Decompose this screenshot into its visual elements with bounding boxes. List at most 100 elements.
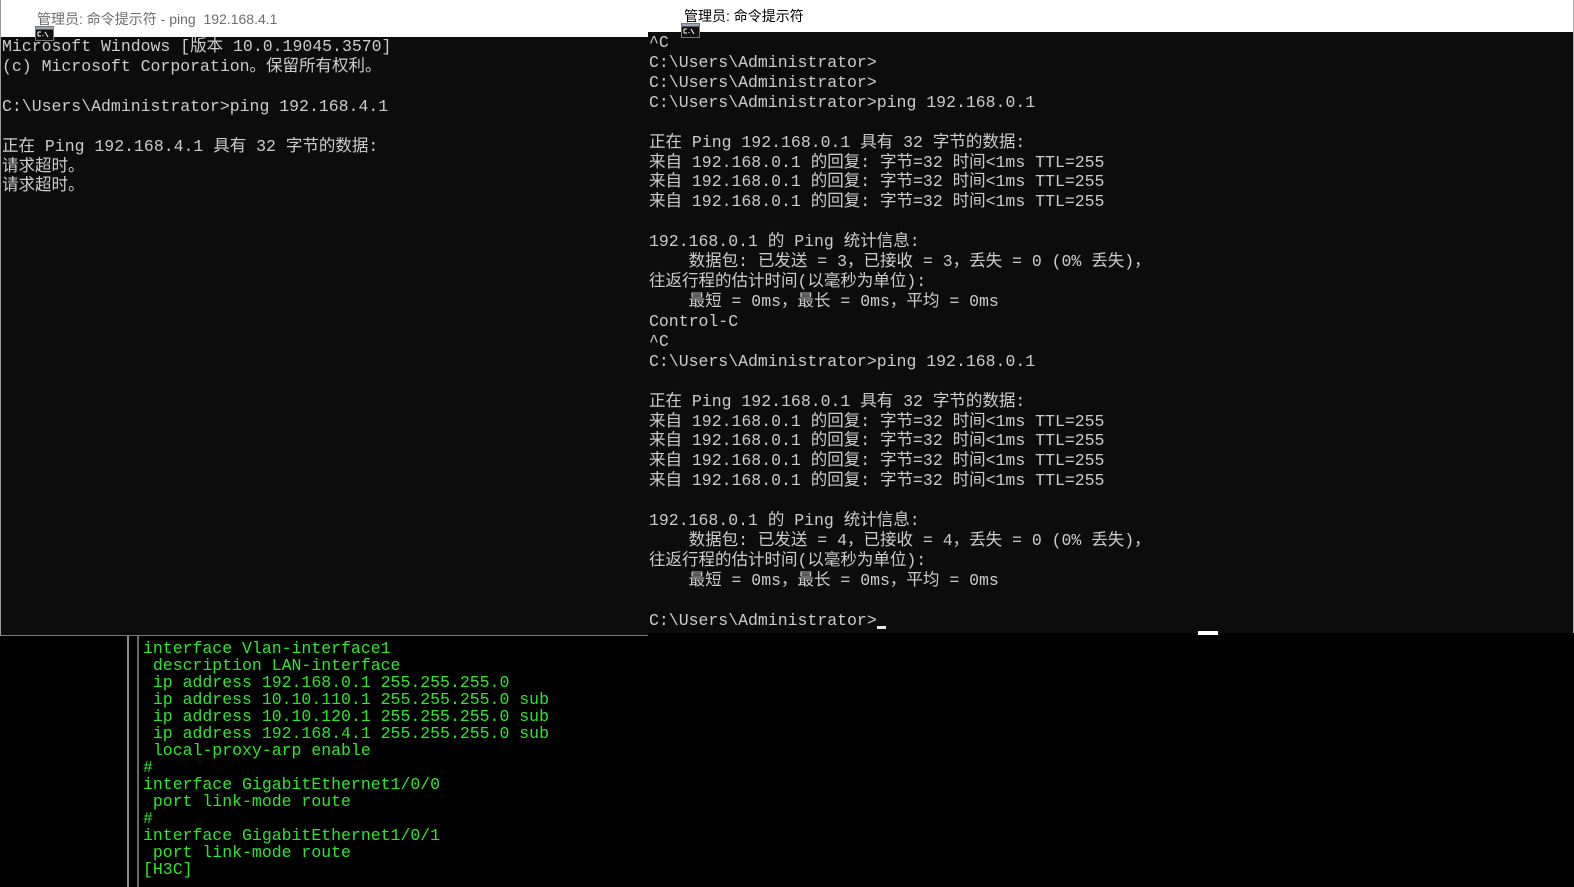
switch-console-line: interface GigabitEthernet1/0/0: [143, 776, 549, 793]
window-title: 管理员: 命令提示符 - ping 192.168.4.1: [37, 11, 278, 27]
console-line-text: 来自 192.168.0.1 的回复: 字节=32 时间<1ms TTL=255: [649, 471, 1105, 491]
console-line: C:\Users\Administrator>ping 192.168.4.1: [2, 97, 648, 117]
console-line-text: 来自 192.168.0.1 的回复: 字节=32 时间<1ms TTL=255: [649, 152, 1105, 172]
command-prompt-icon: [658, 7, 701, 38]
switch-console-line: ip address 192.168.0.1 255.255.255.0: [143, 674, 549, 691]
text-cursor: [876, 625, 886, 629]
console-line: 192.168.0.1 的 Ping 统计信息:: [649, 511, 1573, 531]
console-line: 来自 192.168.0.1 的回复: 字节=32 时间<1ms TTL=255: [649, 172, 1573, 192]
window-titlebar[interactable]: 管理员: 命令提示符: [648, 0, 1573, 38]
scrollbar-thumb[interactable]: [1198, 631, 1218, 635]
console-line: 来自 192.168.0.1 的回复: 字节=32 时间<1ms TTL=255: [649, 451, 1573, 471]
console-line: 来自 192.168.0.1 的回复: 字节=32 时间<1ms TTL=255: [649, 153, 1573, 173]
console-line: C:\Users\Administrator>: [649, 73, 1573, 93]
console-line-text: 来自 192.168.0.1 的回复: 字节=32 时间<1ms TTL=255: [649, 192, 1105, 212]
terminal-frame-border: [127, 636, 139, 887]
console-line-text: C:\Users\Administrator>: [649, 52, 877, 72]
console-line: 来自 192.168.0.1 的回复: 字节=32 时间<1ms TTL=255: [649, 431, 1573, 451]
console-line: Microsoft Windows [版本 10.0.19045.3570]: [2, 37, 648, 57]
console-line-text: 来自 192.168.0.1 的回复: 字节=32 时间<1ms TTL=255: [649, 431, 1105, 451]
switch-console-line-text: port link-mode route: [143, 791, 351, 811]
console-line-text: ^C: [649, 331, 669, 351]
cmd-window-main[interactable]: 管理员: 命令提示符 ^C C:\Users\Administrator> C:\U…: [648, 0, 1574, 633]
console-line-text: 最短 = 0ms，最长 = 0ms，平均 = 0ms: [649, 291, 999, 311]
console-line-text: 请求超时。: [2, 156, 85, 176]
console-line-text: 来自 192.168.0.1 的回复: 字节=32 时间<1ms TTL=255: [649, 411, 1105, 431]
window-title: 管理员: 命令提示符: [684, 8, 804, 24]
console-line-text: 往返行程的估计时间(以毫秒为单位):: [649, 272, 927, 292]
console-line: 往返行程的估计时间(以毫秒为单位):: [649, 272, 1573, 292]
console-line: 往返行程的估计时间(以毫秒为单位):: [649, 551, 1573, 571]
console-line-text: Microsoft Windows [版本 10.0.19045.3570]: [2, 37, 392, 56]
cmd-window-ping-4-1[interactable]: 管理员: 命令提示符 - ping 192.168.4.1 Microsoft …: [0, 0, 648, 636]
console-line: Control-C: [649, 312, 1573, 332]
console-line: 最短 = 0ms，最长 = 0ms，平均 = 0ms: [649, 292, 1573, 312]
switch-console-line: #: [143, 759, 549, 776]
console-line-text: (c) Microsoft Corporation。保留所有权利。: [2, 56, 382, 76]
console-line: C:\Users\Administrator>ping 192.168.0.1: [649, 352, 1573, 372]
console-line: (c) Microsoft Corporation。保留所有权利。: [2, 57, 648, 77]
console-line-text: 正在 Ping 192.168.0.1 具有 32 字节的数据:: [649, 391, 1026, 411]
switch-console-line: description LAN-interface: [143, 657, 549, 674]
console-line: 正在 Ping 192.168.4.1 具有 32 字节的数据:: [2, 137, 648, 157]
console-line-text: 最短 = 0ms，最长 = 0ms，平均 = 0ms: [649, 570, 999, 590]
console-line: C:\Users\Administrator>: [649, 53, 1573, 73]
console-line: ^C: [649, 33, 1573, 53]
console-line-text: C:\Users\Administrator>: [649, 610, 877, 630]
console-line-text: 来自 192.168.0.1 的回复: 字节=32 时间<1ms TTL=255: [649, 172, 1105, 192]
switch-console-line: #: [143, 810, 549, 827]
switch-console-line: ip address 192.168.4.1 255.255.255.0 sub: [143, 725, 549, 742]
console-line-text: 正在 Ping 192.168.4.1 具有 32 字节的数据:: [2, 136, 379, 156]
console-line-text: 192.168.0.1 的 Ping 统计信息:: [649, 232, 920, 252]
console-line: 来自 192.168.0.1 的回复: 字节=32 时间<1ms TTL=255: [649, 412, 1573, 432]
console-line: 192.168.0.1 的 Ping 统计信息:: [649, 232, 1573, 252]
console-line-text: 192.168.0.1 的 Ping 统计信息:: [649, 511, 920, 531]
console-line-text: C:\Users\Administrator>ping 192.168.0.1: [649, 92, 1036, 112]
switch-console-line-text: local-proxy-arp enable: [143, 740, 371, 760]
console-output[interactable]: ^C C:\Users\Administrator> C:\Users\Admini…: [648, 33, 1573, 633]
console-line: C:\Users\Administrator>: [649, 611, 1573, 631]
switch-console-line-text: [H3C]: [143, 859, 193, 879]
console-line-text: 正在 Ping 192.168.0.1 具有 32 字节的数据:: [649, 132, 1026, 152]
console-output[interactable]: Microsoft Windows [版本 10.0.19045.3570] (c…: [1, 37, 648, 635]
console-line-text: 数据包: 已发送 = 4，已接收 = 4，丢失 = 0 (0% 丢失)，: [649, 531, 1151, 551]
switch-console-line: port link-mode route: [143, 844, 549, 861]
switch-console-line: port link-mode route: [143, 793, 549, 810]
console-line: 数据包: 已发送 = 3，已接收 = 3，丢失 = 0 (0% 丢失)，: [649, 252, 1573, 272]
switch-terminal-window[interactable]: interface Vlan-interface1 description LA…: [0, 636, 1574, 887]
console-line-text: C:\Users\Administrator>ping 192.168.0.1: [649, 351, 1036, 371]
console-line: 来自 192.168.0.1 的回复: 字节=32 时间<1ms TTL=255: [649, 192, 1573, 212]
console-line: C:\Users\Administrator>ping 192.168.0.1: [649, 93, 1573, 113]
console-line-text: C:\Users\Administrator>: [649, 72, 877, 92]
console-line: 正在 Ping 192.168.0.1 具有 32 字节的数据:: [649, 133, 1573, 153]
switch-console-line: interface Vlan-interface1: [143, 640, 549, 657]
console-line: 正在 Ping 192.168.0.1 具有 32 字节的数据:: [649, 392, 1573, 412]
console-line-text: C:\Users\Administrator>ping 192.168.4.1: [2, 96, 389, 116]
console-line-text: 往返行程的估计时间(以毫秒为单位):: [649, 550, 927, 570]
console-line-text: Control-C: [649, 311, 739, 331]
console-line: 数据包: 已发送 = 4，已接收 = 4，丢失 = 0 (0% 丢失)，: [649, 531, 1573, 551]
console-line: ^C: [649, 332, 1573, 352]
switch-console-line: interface GigabitEthernet1/0/1: [143, 827, 549, 844]
console-line: 请求超时。: [2, 176, 648, 196]
switch-console-line: local-proxy-arp enable: [143, 742, 549, 759]
console-line: 来自 192.168.0.1 的回复: 字节=32 时间<1ms TTL=255: [649, 471, 1573, 491]
switch-console-line: ip address 10.10.110.1 255.255.255.0 sub: [143, 691, 549, 708]
window-titlebar[interactable]: 管理员: 命令提示符 - ping 192.168.4.1: [1, 0, 648, 41]
switch-console[interactable]: interface Vlan-interface1 description LA…: [143, 640, 549, 878]
console-line-text: 来自 192.168.0.1 的回复: 字节=32 时间<1ms TTL=255: [649, 451, 1105, 471]
console-line: 请求超时。: [2, 157, 648, 177]
command-prompt-icon: [12, 10, 55, 41]
console-line-text: 数据包: 已发送 = 3，已接收 = 3，丢失 = 0 (0% 丢失)，: [649, 252, 1151, 272]
switch-console-line: ip address 10.10.120.1 255.255.255.0 sub: [143, 708, 549, 725]
console-line: 最短 = 0ms，最长 = 0ms，平均 = 0ms: [649, 571, 1573, 591]
console-line-text: ^C: [649, 33, 669, 52]
switch-console-line: [H3C]: [143, 861, 549, 878]
